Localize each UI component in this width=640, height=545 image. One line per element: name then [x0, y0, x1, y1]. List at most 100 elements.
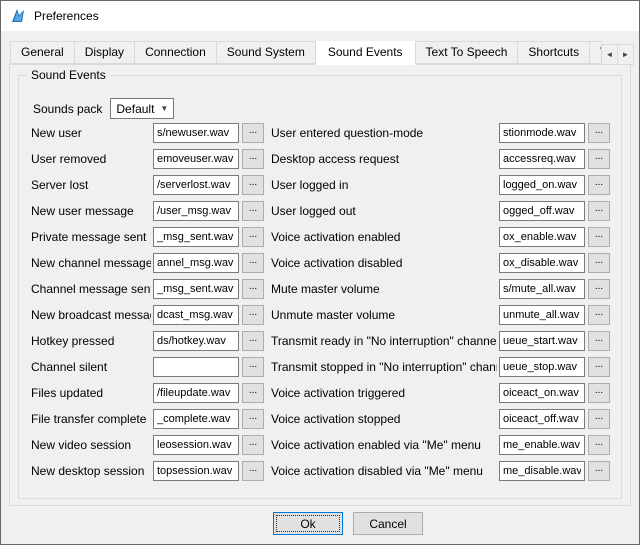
sound-event-row: Transmit ready in "No interruption" chan… — [271, 328, 615, 354]
sound-event-row: New video session... — [31, 432, 271, 458]
sound-file-input[interactable] — [153, 253, 239, 273]
browse-button[interactable]: ... — [588, 357, 610, 377]
sound-event-label: Desktop access request — [271, 152, 497, 166]
sound-file-input[interactable] — [499, 435, 585, 455]
sound-file-input[interactable] — [153, 461, 239, 481]
sound-file-input[interactable] — [499, 383, 585, 403]
sound-event-row: Hotkey pressed... — [31, 328, 271, 354]
browse-button[interactable]: ... — [242, 201, 264, 221]
browse-button[interactable]: ... — [242, 175, 264, 195]
tab-general[interactable]: General — [10, 41, 75, 64]
browse-button[interactable]: ... — [588, 435, 610, 455]
sound-event-row: Unmute master volume... — [271, 302, 615, 328]
sound-file-input[interactable] — [499, 279, 585, 299]
browse-button[interactable]: ... — [588, 383, 610, 403]
browse-button[interactable]: ... — [242, 331, 264, 351]
tab-strip: GeneralDisplayConnectionSound SystemSoun… — [10, 41, 603, 65]
browse-button[interactable]: ... — [588, 461, 610, 481]
sound-file-input[interactable] — [153, 201, 239, 221]
sound-event-label: Unmute master volume — [271, 308, 497, 322]
sound-event-row: Desktop access request... — [271, 146, 615, 172]
sound-event-row: Channel silent... — [31, 354, 271, 380]
sound-file-input[interactable] — [499, 227, 585, 247]
browse-button[interactable]: ... — [242, 409, 264, 429]
browse-button[interactable]: ... — [588, 227, 610, 247]
browse-button[interactable]: ... — [242, 383, 264, 403]
sound-event-label: User removed — [31, 152, 151, 166]
browse-button[interactable]: ... — [242, 123, 264, 143]
tab-connection[interactable]: Connection — [134, 41, 217, 64]
sound-file-input[interactable] — [153, 331, 239, 351]
tab-scroll-right-button[interactable]: ► — [617, 44, 634, 65]
browse-button[interactable]: ... — [242, 357, 264, 377]
sound-events-group: Sound Events Sounds pack Default ▼ New u… — [18, 75, 622, 499]
browse-button[interactable]: ... — [242, 149, 264, 169]
browse-button[interactable]: ... — [588, 123, 610, 143]
tab-shortcuts[interactable]: Shortcuts — [517, 41, 590, 64]
sound-event-label: Voice activation triggered — [271, 386, 497, 400]
sound-event-label: New video session — [31, 438, 151, 452]
tab-scroller: ◄ ► — [601, 44, 634, 65]
sound-file-input[interactable] — [499, 409, 585, 429]
sound-file-input[interactable] — [499, 253, 585, 273]
sound-file-input[interactable] — [153, 149, 239, 169]
sound-file-input[interactable] — [499, 175, 585, 195]
sound-event-row: Voice activation enabled via "Me" menu..… — [271, 432, 615, 458]
browse-button[interactable]: ... — [588, 409, 610, 429]
sound-event-row: Voice activation disabled... — [271, 250, 615, 276]
browse-button[interactable]: ... — [242, 305, 264, 325]
browse-button[interactable]: ... — [242, 227, 264, 247]
tab-display[interactable]: Display — [74, 41, 135, 64]
sound-file-input[interactable] — [153, 175, 239, 195]
sound-file-input[interactable] — [499, 461, 585, 481]
sound-file-input[interactable] — [499, 305, 585, 325]
sound-event-row: User entered question-mode... — [271, 120, 615, 146]
sound-file-input[interactable] — [153, 123, 239, 143]
sound-event-row: Transmit stopped in "No interruption" ch… — [271, 354, 615, 380]
preferences-dialog: Preferences GeneralDisplayConnectionSoun… — [0, 0, 640, 545]
sound-file-input[interactable] — [499, 201, 585, 221]
sound-file-input[interactable] — [499, 123, 585, 143]
browse-button[interactable]: ... — [588, 175, 610, 195]
cancel-button[interactable]: Cancel — [353, 512, 423, 535]
tab-text-to-speech[interactable]: Text To Speech — [415, 41, 519, 64]
sound-event-row: New user message... — [31, 198, 271, 224]
browse-button[interactable]: ... — [588, 331, 610, 351]
sound-file-input[interactable] — [499, 331, 585, 351]
sound-file-input[interactable] — [153, 279, 239, 299]
sound-file-input[interactable] — [499, 149, 585, 169]
sound-file-input[interactable] — [499, 357, 585, 377]
tab-scroll-left-button[interactable]: ◄ — [601, 44, 618, 65]
sound-file-input[interactable] — [153, 227, 239, 247]
sounds-pack-label: Sounds pack — [33, 102, 102, 116]
sounds-pack-select[interactable]: Default ▼ — [110, 98, 174, 119]
browse-button[interactable]: ... — [588, 305, 610, 325]
browse-button[interactable]: ... — [588, 279, 610, 299]
sound-file-input[interactable] — [153, 435, 239, 455]
browse-button[interactable]: ... — [242, 253, 264, 273]
chevron-down-icon: ▼ — [157, 101, 171, 116]
sound-file-input[interactable] — [153, 305, 239, 325]
ok-button[interactable]: Ok — [273, 512, 343, 535]
browse-button[interactable]: ... — [242, 461, 264, 481]
sound-event-row: Voice activation triggered... — [271, 380, 615, 406]
sound-event-label: User logged in — [271, 178, 497, 192]
tab-sound-events[interactable]: Sound Events — [315, 41, 416, 65]
sound-event-label: New desktop session — [31, 464, 151, 478]
browse-button[interactable]: ... — [588, 201, 610, 221]
sound-event-label: Transmit stopped in "No interruption" ch… — [271, 360, 497, 374]
browse-button[interactable]: ... — [588, 149, 610, 169]
tab-sound-system[interactable]: Sound System — [216, 41, 316, 64]
sound-file-input[interactable] — [153, 383, 239, 403]
browse-button[interactable]: ... — [588, 253, 610, 273]
sound-event-row: Channel message sent... — [31, 276, 271, 302]
window-title: Preferences — [34, 9, 99, 23]
sound-file-input[interactable] — [153, 357, 239, 377]
browse-button[interactable]: ... — [242, 279, 264, 299]
sound-events-column-right: User entered question-mode...Desktop acc… — [271, 120, 615, 484]
browse-button[interactable]: ... — [242, 435, 264, 455]
sound-event-label: Mute master volume — [271, 282, 497, 296]
sound-event-row: Private message sent... — [31, 224, 271, 250]
sound-file-input[interactable] — [153, 409, 239, 429]
sound-event-row: New user... — [31, 120, 271, 146]
